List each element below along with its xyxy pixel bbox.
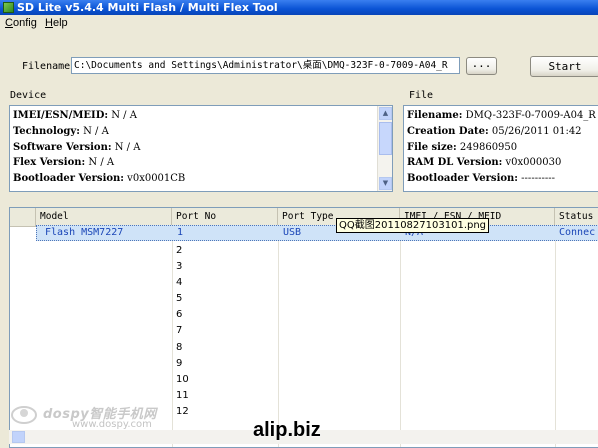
- file-info-box: Filename: DMQ-323F-0-7009-A04_R Creation…: [403, 105, 598, 192]
- table-row[interactable]: 5: [176, 293, 182, 304]
- table-row[interactable]: 7: [176, 325, 182, 336]
- device-label: Device: [10, 90, 47, 101]
- dospy-logo-icon: [11, 406, 37, 424]
- file-line: Creation Date: 05/26/2011 01:42: [407, 126, 582, 137]
- table-row[interactable]: 12: [176, 406, 189, 417]
- table-row[interactable]: 4: [176, 277, 182, 288]
- scroll-down-icon[interactable]: ▼: [379, 177, 392, 190]
- cell-port-type: USB: [283, 227, 302, 238]
- table-row-selected[interactable]: Flash MSM7227 1 USB N/A Connec: [36, 225, 598, 241]
- watermark-url: www.dospy.com: [72, 419, 152, 430]
- menu-bar: Config Help: [0, 15, 598, 31]
- column-divider: [400, 226, 401, 447]
- filename-tooltip: QQ截图20110827103101.png: [336, 218, 490, 233]
- scroll-up-icon[interactable]: ▲: [379, 107, 392, 120]
- table-row[interactable]: 11: [176, 390, 189, 401]
- table-row[interactable]: 3: [176, 261, 182, 272]
- file-label: File: [409, 90, 434, 101]
- cell-status: Connec: [559, 227, 596, 238]
- title-bar: SD Lite v5.4.4 Multi Flash / Multi Flex …: [0, 0, 598, 15]
- browse-button[interactable]: ...: [466, 57, 497, 75]
- header-model[interactable]: Model: [36, 208, 172, 226]
- device-line: IMEI/ESN/MEID: N / A: [13, 110, 137, 121]
- filename-label: Filename: [22, 61, 71, 72]
- filename-input[interactable]: C:\Documents and Settings\Administrator\…: [71, 57, 460, 74]
- header-status[interactable]: Status: [555, 208, 598, 226]
- menu-help[interactable]: Help: [45, 17, 68, 29]
- device-info-box: IMEI/ESN/MEID: N / A Technology: N / A S…: [9, 105, 393, 192]
- device-line: Technology: N / A: [13, 126, 109, 137]
- file-line: Filename: DMQ-323F-0-7009-A04_R: [407, 110, 596, 121]
- app-icon: [3, 2, 14, 13]
- scroll-left-icon[interactable]: [12, 431, 25, 443]
- header-port-no[interactable]: Port No: [172, 208, 278, 226]
- table-row[interactable]: 2: [176, 245, 182, 256]
- device-scrollbar[interactable]: ▲ ▼: [377, 106, 392, 191]
- column-divider: [172, 226, 173, 447]
- window-title: SD Lite v5.4.4 Multi Flash / Multi Flex …: [17, 1, 278, 14]
- device-line: Software Version: N / A: [13, 142, 141, 153]
- device-line: Bootloader Version: v0x0001CB: [13, 173, 186, 184]
- file-line: File size: 249860950: [407, 142, 518, 153]
- start-button[interactable]: Start: [530, 56, 598, 77]
- file-line: Bootloader Version: ----------: [407, 173, 555, 184]
- cell-model: Flash MSM7227: [45, 227, 124, 238]
- column-divider: [555, 226, 556, 447]
- device-line: Flex Version: N / A: [13, 157, 115, 168]
- table-row[interactable]: 8: [176, 342, 182, 353]
- table-row[interactable]: 9: [176, 358, 182, 369]
- file-line: RAM DL Version: v0x000030: [407, 157, 562, 168]
- table-row[interactable]: 10: [176, 374, 189, 385]
- scroll-thumb[interactable]: [379, 122, 392, 155]
- header-blank: [10, 208, 36, 226]
- table-row[interactable]: 6: [176, 309, 182, 320]
- watermark-alip: alip.biz: [253, 419, 321, 441]
- menu-config[interactable]: Config: [5, 17, 37, 29]
- cell-port-no: 1: [177, 227, 184, 238]
- column-divider: [278, 226, 279, 447]
